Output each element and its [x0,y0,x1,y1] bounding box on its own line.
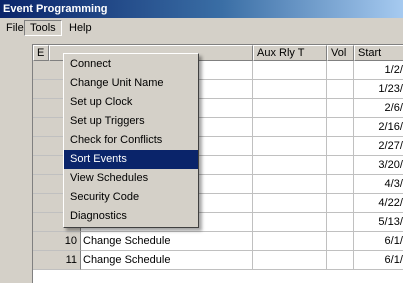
volume-cell[interactable] [327,156,354,175]
event-cell[interactable]: Change Schedule [81,251,253,270]
table-row[interactable]: 11Change Schedule 6/1/2 [33,251,403,270]
start-cell[interactable]: 1/23/2 [354,80,403,99]
menu-bar: File Tools Help [0,19,403,37]
volume-cell[interactable] [327,99,354,118]
start-cell[interactable]: 6/1/2 [354,251,403,270]
tools-dropdown-menu: Connect Change Unit Name Set up Clock Set u… [63,53,199,228]
aux-relay-cell[interactable] [253,80,327,99]
start-cell[interactable]: 3/20/2 [354,156,403,175]
menu-tools[interactable]: Tools [24,20,62,36]
menu-item-check-for-conflicts[interactable]: Check for Conflicts [64,131,198,150]
volume-cell[interactable] [327,137,354,156]
aux-relay-cell[interactable] [253,137,327,156]
aux-relay-cell[interactable] [253,213,327,232]
volume-cell[interactable] [327,213,354,232]
menu-item-security-code[interactable]: Security Code [64,188,198,207]
aux-relay-cell[interactable] [253,99,327,118]
row-number[interactable]: 11 [33,251,81,270]
menu-item-connect[interactable]: Connect [64,55,198,74]
column-header-volume[interactable]: Vol [327,45,354,61]
volume-cell[interactable] [327,61,354,80]
event-programming-window: Event Programming File Tools Help E Aux … [0,0,403,283]
menu-item-set-up-triggers[interactable]: Set up Triggers [64,112,198,131]
menu-item-set-up-clock[interactable]: Set up Clock [64,93,198,112]
column-header-aux-relay[interactable]: Aux Rly T [253,45,327,61]
volume-cell[interactable] [327,194,354,213]
column-header-index[interactable]: E [33,45,49,61]
start-cell[interactable]: 2/6/2 [354,99,403,118]
aux-relay-cell[interactable] [253,194,327,213]
volume-cell[interactable] [327,251,354,270]
table-row[interactable]: 10Change Schedule 6/1/2 [33,232,403,251]
aux-relay-cell[interactable] [253,175,327,194]
menu-help[interactable]: Help [64,20,97,36]
menu-item-diagnostics[interactable]: Diagnostics [64,207,198,226]
menu-item-change-unit-name[interactable]: Change Unit Name [64,74,198,93]
start-cell[interactable]: 2/27/2 [354,137,403,156]
menu-item-view-schedules[interactable]: View Schedules [64,169,198,188]
start-cell[interactable]: 4/22/2 [354,194,403,213]
row-number[interactable]: 10 [33,232,81,251]
aux-relay-cell[interactable] [253,232,327,251]
aux-relay-cell[interactable] [253,118,327,137]
start-cell[interactable]: 6/1/2 [354,232,403,251]
menu-item-sort-events[interactable]: Sort Events [64,150,198,169]
volume-cell[interactable] [327,80,354,99]
column-header-start[interactable]: Start [354,45,403,61]
aux-relay-cell[interactable] [253,156,327,175]
start-cell[interactable]: 2/16/2 [354,118,403,137]
start-cell[interactable]: 4/3/2 [354,175,403,194]
volume-cell[interactable] [327,175,354,194]
start-cell[interactable]: 5/13/2 [354,213,403,232]
aux-relay-cell[interactable] [253,251,327,270]
window-title: Event Programming [0,0,403,18]
start-cell[interactable]: 1/2/2 [354,61,403,80]
volume-cell[interactable] [327,232,354,251]
event-cell[interactable]: Change Schedule [81,232,253,251]
volume-cell[interactable] [327,118,354,137]
aux-relay-cell[interactable] [253,61,327,80]
